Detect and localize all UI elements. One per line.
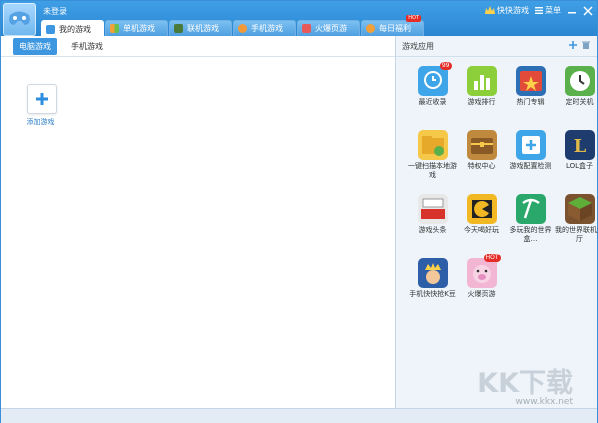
main-tabs: 我的游戏 单机游戏 联机游戏 手机游戏 火爆页游 每日福利 HOT	[41, 15, 425, 37]
app-mobile-kdou[interactable]: 手机快快抢K豆	[408, 258, 457, 316]
game-news-icon	[417, 194, 448, 224]
grass-block-icon	[564, 194, 595, 224]
close-icon[interactable]	[583, 5, 593, 16]
app-label: 火爆页游	[467, 290, 496, 298]
app-grid: 99 最近收录 游戏排行 热门专辑 定时关机 一键扫描本地游戏 特权中心 游戏配…	[408, 62, 598, 316]
add-game-label: 添加游戏	[26, 118, 55, 126]
pickaxe-icon	[515, 194, 546, 224]
status-bar	[1, 408, 597, 423]
web-icon	[302, 24, 311, 33]
app-mc-lobby[interactable]: 我的世界联机大厅	[555, 194, 598, 252]
gift-icon	[366, 24, 375, 33]
minimize-icon[interactable]	[567, 6, 577, 16]
app-label: 多玩我的世界盒…	[509, 226, 552, 243]
game-logo-icon	[9, 11, 30, 25]
app-label: 游戏配置检测	[509, 162, 552, 170]
scan-folder-icon	[417, 130, 448, 160]
menu-icon	[535, 7, 543, 14]
album-icon	[515, 66, 546, 96]
app-privilege[interactable]: 特权中心	[457, 130, 506, 188]
app-timer[interactable]: 定时关机	[555, 66, 598, 124]
tab-mobile[interactable]: 手机游戏	[233, 20, 296, 36]
brand-label: 快快游戏	[497, 6, 529, 15]
count-badge: 99	[439, 62, 452, 70]
login-status[interactable]: 未登录	[43, 6, 67, 17]
menu-label: 菜单	[545, 6, 561, 15]
app-hot-webgames[interactable]: HOT 火爆页游	[457, 254, 506, 316]
app-label: 今天喝好玩	[464, 226, 499, 234]
app-window: 未登录 我的游戏 单机游戏 联机游戏 手机游戏 火爆页游 每日福利 HOT 快快…	[0, 0, 598, 423]
tab-web-games[interactable]: 火爆页游	[297, 20, 360, 36]
trash-icon[interactable]	[581, 40, 591, 50]
app-label: 手机快快抢K豆	[409, 290, 456, 298]
subtab-mobile-games[interactable]: 手机游戏	[65, 38, 109, 55]
app-recent[interactable]: 99 最近收录	[408, 62, 457, 124]
menu-button[interactable]: 菜单	[535, 5, 561, 16]
timer-icon	[564, 66, 595, 96]
app-label: LOL盒子	[565, 162, 594, 170]
pig-icon: HOT	[466, 254, 501, 288]
crown-icon	[485, 6, 495, 14]
svg-text:L: L	[573, 136, 586, 157]
gamepad-icon	[46, 24, 55, 34]
phone-icon	[238, 24, 247, 33]
lol-icon: L	[564, 130, 595, 160]
app-label: 特权中心	[467, 162, 496, 170]
brand[interactable]: 快快游戏	[485, 5, 529, 16]
grid-icon	[110, 24, 119, 33]
app-ranking[interactable]: 游戏排行	[457, 66, 506, 124]
app-label: 定时关机	[565, 98, 594, 106]
chest-icon	[466, 130, 497, 160]
watermark-url: www.kkx.net	[515, 397, 574, 407]
title-bar-controls: 快快游戏 菜单	[479, 5, 593, 16]
app-album[interactable]: 热门专辑	[506, 66, 555, 124]
recent-icon: 99	[417, 62, 452, 96]
tab-label: 火爆页游	[315, 24, 347, 33]
app-label: 游戏排行	[467, 98, 496, 106]
title-bar: 未登录 我的游戏 单机游戏 联机游戏 手机游戏 火爆页游 每日福利 HOT 快快…	[1, 1, 597, 37]
sidebar-title: 游戏应用	[402, 41, 434, 51]
tab-label: 单机游戏	[123, 24, 155, 33]
tab-label: 联机游戏	[187, 24, 219, 33]
config-check-icon	[515, 130, 546, 160]
subtab-pc-games[interactable]: 电脑游戏	[13, 37, 57, 55]
app-label: 最近收录	[418, 98, 447, 106]
plus-icon	[36, 93, 48, 105]
app-lol-box[interactable]: L LOL盒子	[555, 130, 598, 188]
app-scan-local[interactable]: 一键扫描本地游戏	[408, 130, 457, 188]
add-icon[interactable]	[568, 40, 578, 50]
cube-icon	[174, 24, 183, 33]
hot-badge: HOT	[406, 15, 421, 22]
tab-label: 我的游戏	[59, 24, 91, 34]
app-label: 我的世界联机大厅	[555, 226, 598, 243]
avatar[interactable]	[3, 3, 36, 36]
tab-my-games[interactable]: 我的游戏	[41, 20, 104, 37]
app-label: 热门专辑	[516, 98, 545, 106]
add-game-tile[interactable]	[27, 84, 57, 114]
watermark-logo: KK下载	[477, 368, 573, 399]
app-label: 一键扫描本地游戏	[408, 162, 457, 179]
add-game-button[interactable]: 添加游戏	[27, 84, 57, 127]
sidebar-header: 游戏应用	[396, 36, 597, 57]
tab-online[interactable]: 联机游戏	[169, 20, 232, 36]
tab-single-player[interactable]: 单机游戏	[105, 20, 168, 36]
app-label: 游戏头条	[418, 226, 447, 234]
apps-sidebar: 游戏应用 99 最近收录 游戏排行 热门专辑 定时关机 一键扫描本地游戏 特权中…	[395, 36, 598, 408]
pacman-icon	[466, 194, 497, 224]
games-panel: 电脑游戏 手机游戏 添加游戏	[1, 36, 395, 408]
app-mc-box[interactable]: 多玩我的世界盒…	[506, 194, 555, 252]
tab-label: 手机游戏	[251, 24, 283, 33]
tab-label: 每日福利	[379, 24, 411, 33]
tab-daily-bonus[interactable]: 每日福利 HOT	[361, 15, 424, 36]
sub-tabs: 电脑游戏 手机游戏	[1, 36, 395, 57]
app-config-check[interactable]: 游戏配置检测	[506, 130, 555, 188]
app-game-news[interactable]: 游戏头条	[408, 194, 457, 252]
king-icon	[417, 258, 448, 288]
hot-badge: HOT	[483, 254, 501, 262]
app-fun-today[interactable]: 今天喝好玩	[457, 194, 506, 252]
ranking-icon	[466, 66, 497, 96]
